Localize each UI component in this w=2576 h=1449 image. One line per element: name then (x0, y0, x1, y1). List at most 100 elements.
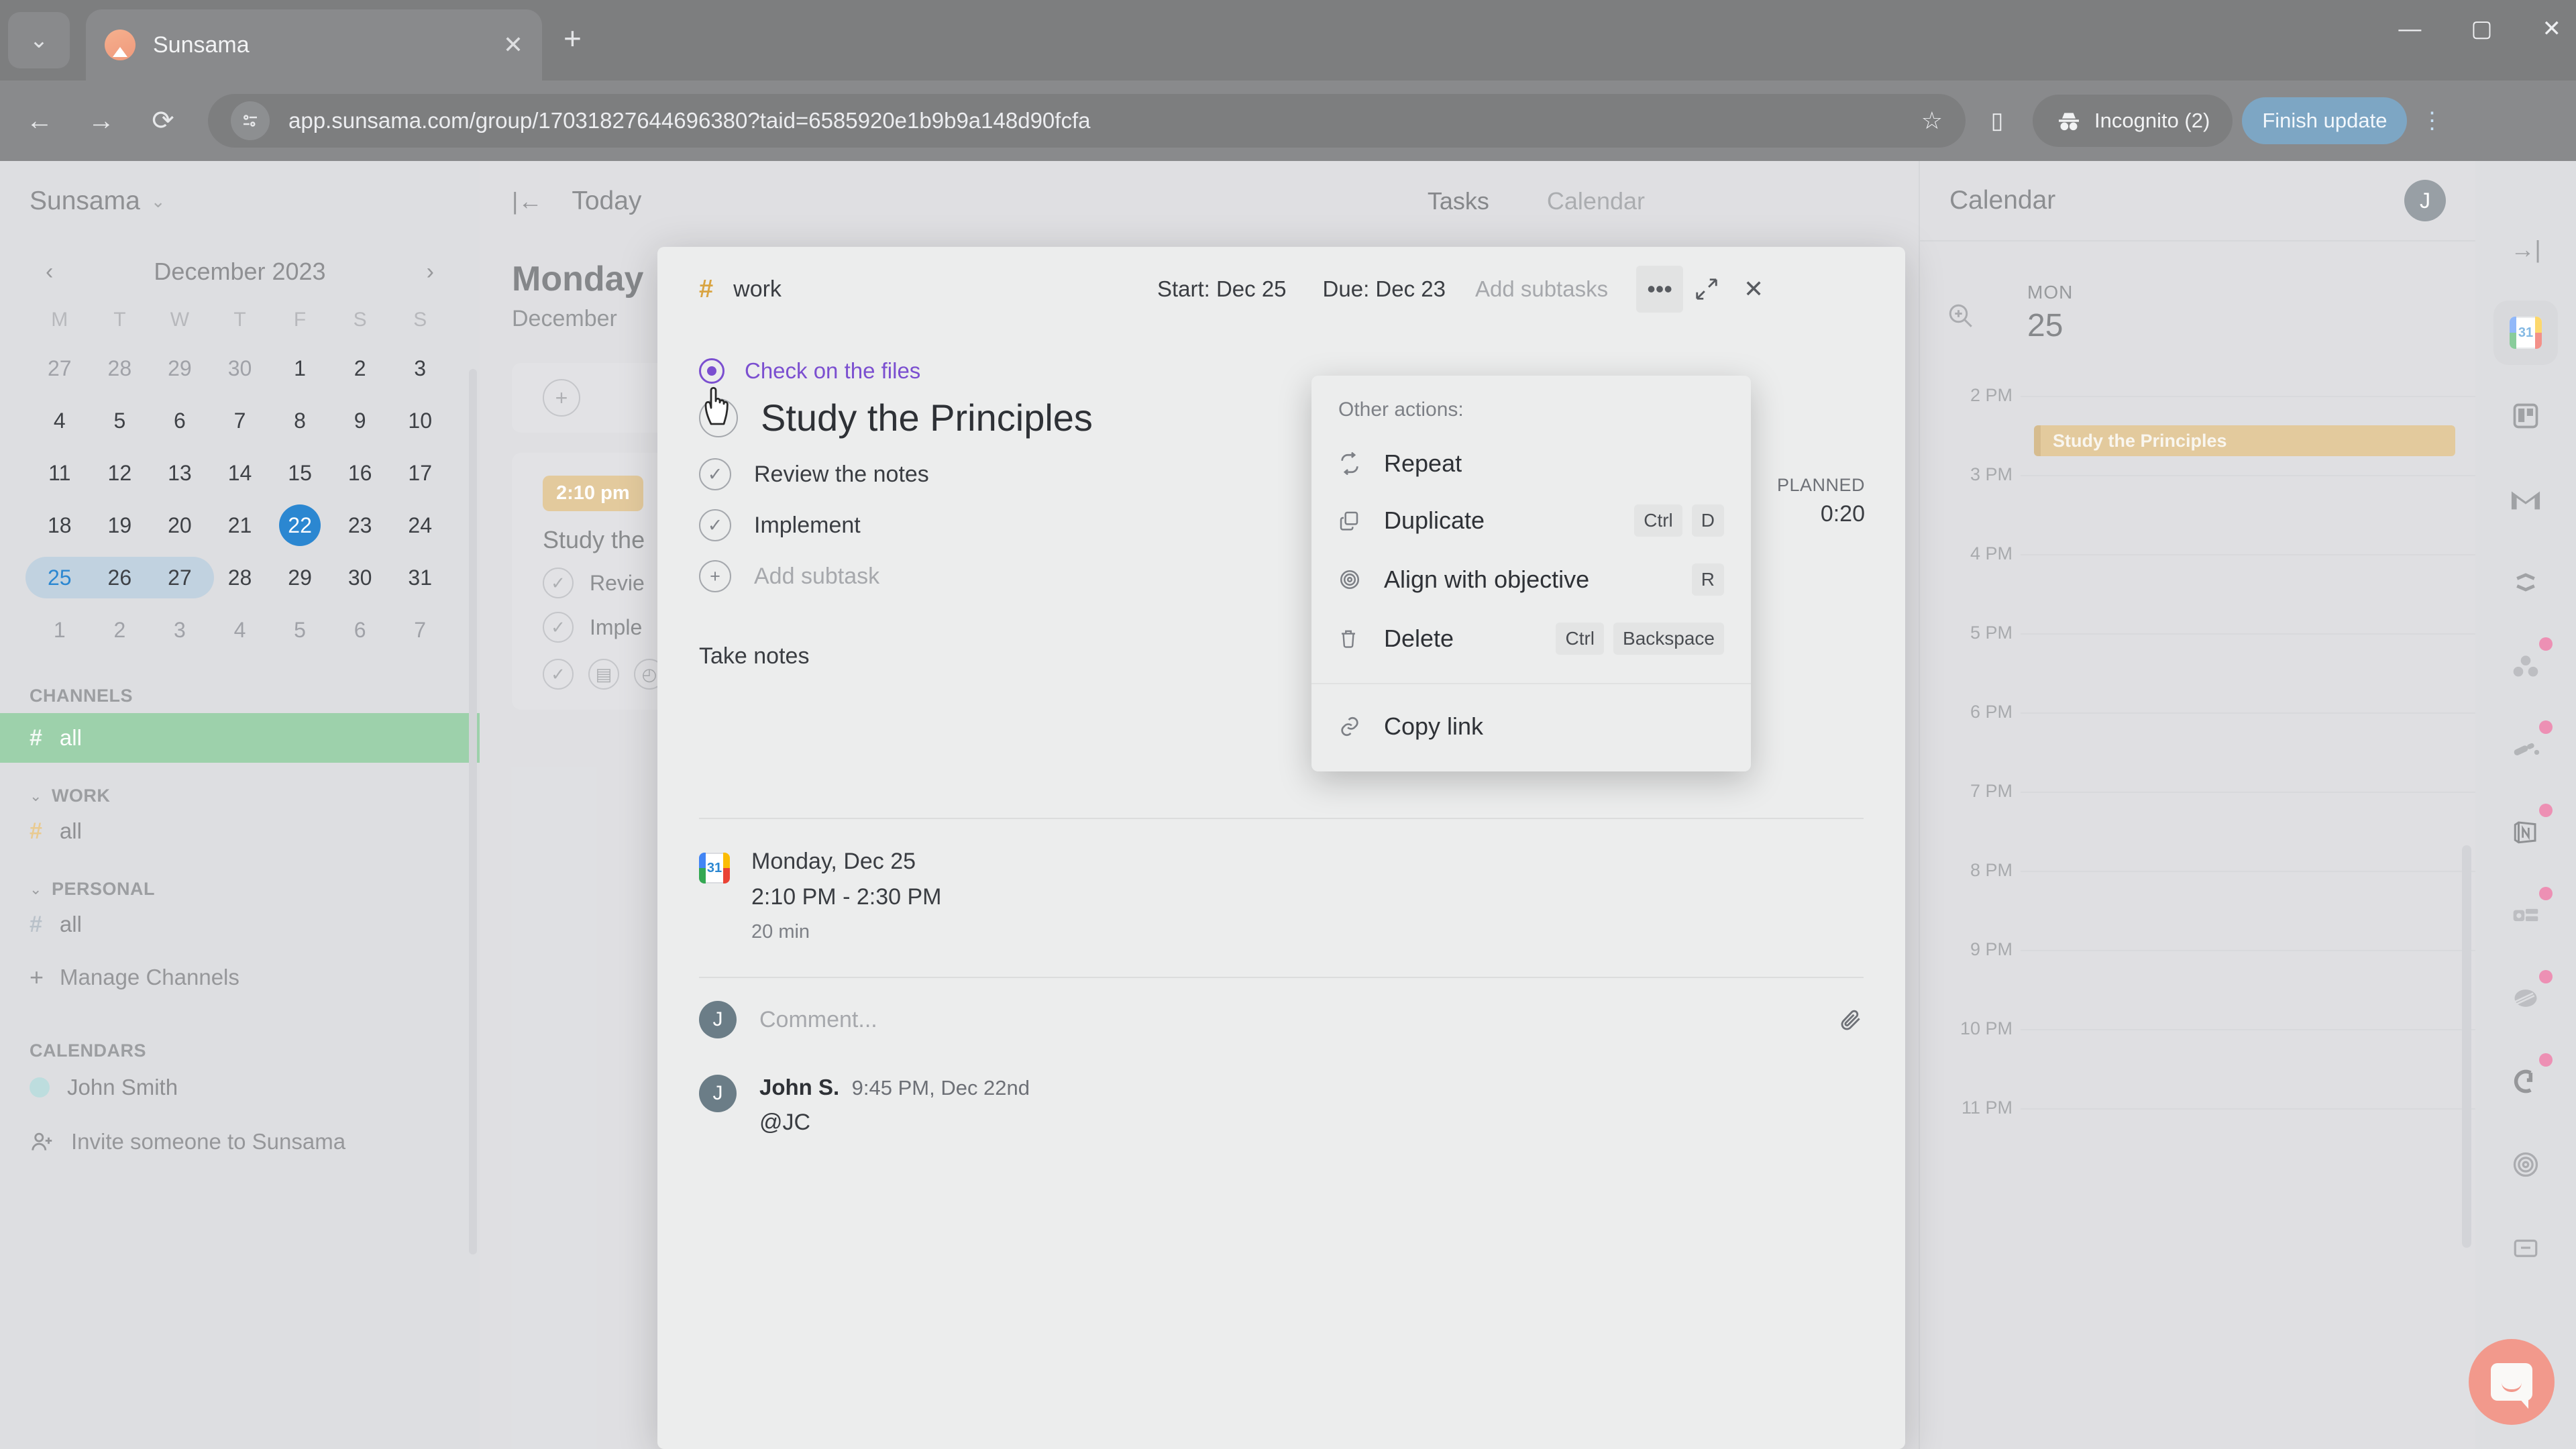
shortcut-key: Backspace (1613, 623, 1724, 655)
menu-item-label: Delete (1384, 625, 1454, 652)
comment-text: @JC (759, 1110, 811, 1135)
calendar-day-13[interactable]: 13 (150, 452, 210, 494)
calendar-day-7[interactable]: 7 (390, 609, 450, 651)
comment-author: John S. (759, 1075, 840, 1099)
comment-input[interactable]: Comment... (759, 1007, 877, 1033)
menu-item-align-with-objective[interactable]: Align with objective R (1311, 550, 1751, 609)
schedule-duration: 20 min (751, 921, 810, 943)
calendar-day-10[interactable]: 10 (390, 400, 450, 441)
calendar-day-3[interactable]: 3 (390, 347, 450, 389)
close-modal-button[interactable]: ✕ (1730, 266, 1777, 313)
calendar-day-7[interactable]: 7 (210, 400, 270, 441)
objective-label: Check on the files (745, 358, 921, 383)
calendar-day-1[interactable]: 1 (30, 609, 90, 651)
calendar-day-20[interactable]: 20 (150, 504, 210, 546)
calendar-day-4[interactable]: 4 (210, 609, 270, 651)
calendar-day-6[interactable]: 6 (150, 400, 210, 441)
add-subtask-label: Add subtask (754, 563, 880, 589)
calendar-day-19[interactable]: 19 (90, 504, 150, 546)
target-icon (1338, 568, 1364, 591)
expand-icon[interactable] (1683, 266, 1730, 313)
planned-value: 0:20 (1820, 501, 1865, 527)
calendar-day-9[interactable]: 9 (330, 400, 390, 441)
avatar: J (699, 1001, 737, 1038)
modal-channel-name: work (733, 276, 782, 302)
menu-item-shortcut: Ctrl D (1634, 504, 1724, 537)
comment-timestamp: 9:45 PM, Dec 22nd (851, 1076, 1030, 1099)
calendar-day-21[interactable]: 21 (210, 504, 270, 546)
attachment-icon[interactable] (1838, 1007, 1864, 1032)
calendar-day-23[interactable]: 23 (330, 504, 390, 546)
calendar-day-27[interactable]: 27 (150, 557, 210, 598)
calendar-day-3[interactable]: 3 (150, 609, 210, 651)
calendar-day-28[interactable]: 28 (90, 347, 150, 389)
calendar-day-6[interactable]: 6 (330, 609, 390, 651)
other-actions-menu: Other actions: Repeat Duplicate Ctrl D A… (1311, 376, 1751, 771)
calendar-day-1[interactable]: 1 (270, 347, 330, 389)
calendar-day-30[interactable]: 30 (330, 557, 390, 598)
calendar-day-4[interactable]: 4 (30, 400, 90, 441)
modal-schedule[interactable]: 31 Monday, Dec 25 2:10 PM - 2:30 PM 20 m… (699, 819, 1864, 970)
menu-item-label: Duplicate (1384, 506, 1485, 534)
checkbox-icon[interactable]: ✓ (699, 458, 731, 490)
due-date[interactable]: Due: Dec 23 (1323, 276, 1446, 302)
shortcut-key: Ctrl (1634, 504, 1682, 537)
menu-item-repeat[interactable]: Repeat (1311, 436, 1751, 491)
calendar-day-17[interactable]: 17 (390, 452, 450, 494)
calendar-day-5[interactable]: 5 (90, 400, 150, 441)
menu-item-shortcut: R (1691, 564, 1724, 596)
calendar-day-29[interactable]: 29 (270, 557, 330, 598)
start-date[interactable]: Start: Dec 25 (1157, 276, 1287, 302)
google-calendar-icon: 31 (699, 853, 730, 883)
add-subtasks-button[interactable]: Add subtasks (1475, 276, 1608, 302)
calendar-day-29[interactable]: 29 (150, 347, 210, 389)
schedule-date: Monday, Dec 25 (751, 849, 916, 874)
calendar-day-16[interactable]: 16 (330, 452, 390, 494)
calendar-day-24[interactable]: 24 (390, 504, 450, 546)
menu-divider (1311, 683, 1751, 684)
calendar-day-14[interactable]: 14 (210, 452, 270, 494)
menu-label: Other actions: (1338, 398, 1464, 421)
calendar-day-2[interactable]: 2 (90, 609, 150, 651)
modal-header: # work Start: Dec 25 Due: Dec 23 Add sub… (657, 247, 1905, 331)
subtask-label: Review the notes (754, 461, 929, 487)
calendar-day-25[interactable]: 25 (30, 557, 90, 598)
subtask-label: Implement (754, 512, 861, 538)
menu-item-duplicate[interactable]: Duplicate Ctrl D (1311, 491, 1751, 550)
target-icon (699, 358, 724, 384)
calendar-day-28[interactable]: 28 (210, 557, 270, 598)
modal-task-title[interactable]: Study the Principles (761, 396, 1093, 439)
menu-item-delete[interactable]: Delete Ctrl Backspace (1311, 609, 1751, 668)
calendar-day-27[interactable]: 27 (30, 347, 90, 389)
calendar-day-8[interactable]: 8 (270, 400, 330, 441)
shortcut-key: D (1691, 504, 1724, 537)
link-icon (1338, 715, 1364, 738)
calendar-day-26[interactable]: 26 (90, 557, 150, 598)
checkbox-icon[interactable]: ✓ (699, 509, 731, 541)
repeat-icon (1338, 452, 1364, 475)
modal-dates: Start: Dec 25 Due: Dec 23 (1157, 276, 1446, 302)
modal-header-actions: Add subtasks ••• ✕ (1475, 266, 1777, 313)
calendar-day-31[interactable]: 31 (390, 557, 450, 598)
schedule-time: 2:10 PM - 2:30 PM (751, 884, 942, 910)
comment-input-row[interactable]: J Comment... (699, 978, 1864, 1061)
menu-item-copy-link[interactable]: Copy link (1311, 699, 1751, 754)
shortcut-key: R (1691, 564, 1724, 596)
calendar-day-11[interactable]: 11 (30, 452, 90, 494)
plus-icon[interactable]: + (699, 560, 731, 592)
calendar-day-15[interactable]: 15 (270, 452, 330, 494)
calendar-day-18[interactable]: 18 (30, 504, 90, 546)
menu-item-label: Align with objective (1384, 566, 1590, 593)
modal-channel[interactable]: # work (699, 275, 782, 304)
shortcut-key: Ctrl (1556, 623, 1605, 655)
more-actions-button[interactable]: ••• (1636, 266, 1684, 313)
calendar-day-12[interactable]: 12 (90, 452, 150, 494)
hash-icon: # (699, 274, 714, 303)
calendar-day-2[interactable]: 2 (330, 347, 390, 389)
task-checkbox-icon[interactable]: ✓ (699, 398, 738, 437)
calendar-day-22[interactable]: 22 (270, 504, 330, 546)
calendar-day-5[interactable]: 5 (270, 609, 330, 651)
avatar: J (699, 1075, 737, 1112)
app-root: ⌄ Sunsama ✕ + — ▢ ✕ ← → ⟳ app.sunsama.co… (0, 0, 2576, 1449)
calendar-day-30[interactable]: 30 (210, 347, 270, 389)
